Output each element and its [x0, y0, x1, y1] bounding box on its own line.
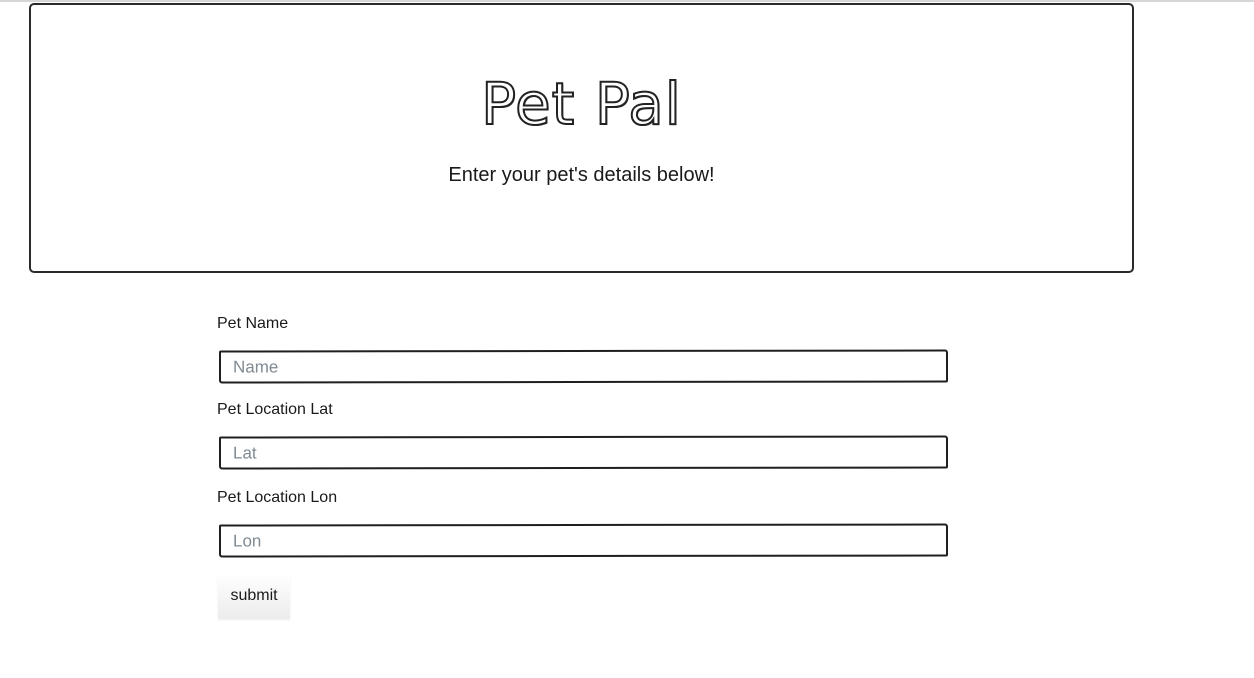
top-divider: [0, 0, 1254, 2]
header-panel: Pet Pal Enter your pet's details below!: [29, 3, 1134, 273]
pet-lat-label: Pet Location Lat: [217, 401, 333, 418]
pet-name-label: Pet Name: [217, 315, 289, 332]
pet-details-form: Pet Name Pet Location Lat Pet Location L…: [217, 312, 949, 618]
pet-lat-input[interactable]: [218, 435, 949, 470]
pet-lon-input[interactable]: [218, 523, 949, 558]
page-subtitle: Enter your pet's details below!: [448, 164, 715, 186]
pet-name-group: Pet Name: [217, 312, 949, 398]
pet-lon-group: Pet Location Lon: [217, 486, 949, 572]
page-title: Pet Pal: [480, 70, 682, 138]
pet-lon-label: Pet Location Lon: [217, 489, 338, 506]
pet-lat-group: Pet Location Lat: [217, 398, 949, 486]
submit-button[interactable]: submit: [218, 574, 290, 618]
pet-name-input[interactable]: [218, 349, 949, 384]
